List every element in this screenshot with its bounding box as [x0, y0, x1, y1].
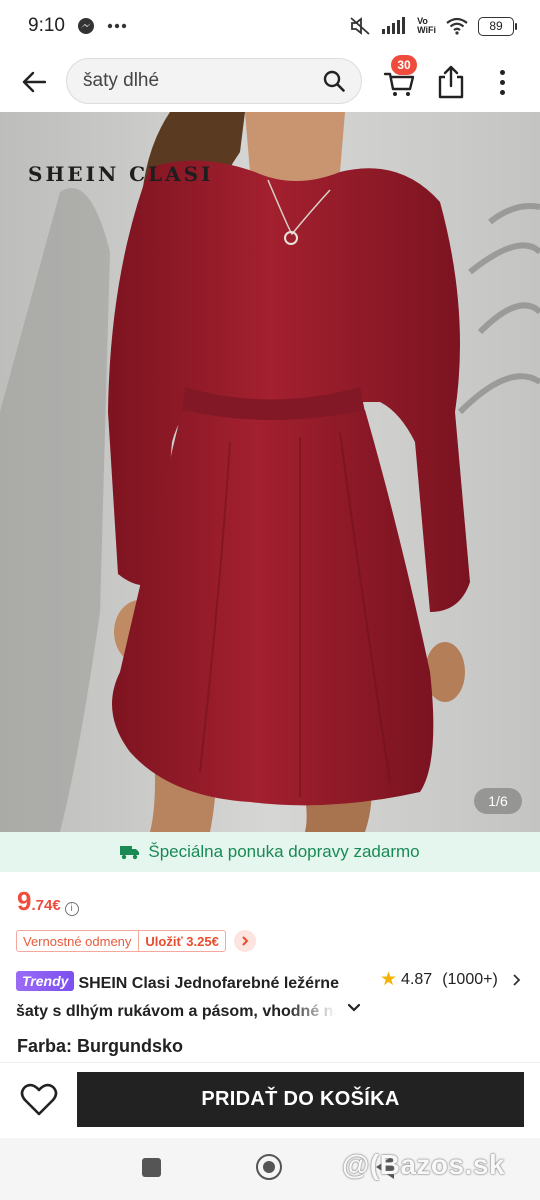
image-counter: 1/6 — [474, 788, 522, 814]
search-icon[interactable] — [323, 70, 345, 92]
arrow-left-icon — [22, 71, 46, 93]
title-line-2: šaty s dlhým rukávom a pásom, vhodné na — [16, 1003, 336, 1020]
star-icon: ★ — [380, 969, 398, 990]
bazos-watermark: @(Bazos.sk — [342, 1149, 506, 1180]
rating-value: 4.87 — [401, 970, 433, 988]
more-dot-icon — [499, 79, 505, 85]
brand-watermark: SHEIN CLASI — [28, 162, 214, 186]
more-dot-icon — [499, 89, 505, 95]
review-count: (1000+) — [442, 970, 498, 988]
vowifi-label: Vo WiFi — [417, 16, 436, 35]
signal-icon — [382, 17, 406, 34]
price: 9 .74€ i — [17, 886, 79, 917]
more-options-button[interactable] — [488, 64, 516, 100]
share-button[interactable] — [434, 64, 468, 100]
price-decimal: .74€ — [31, 897, 61, 914]
recents-button[interactable] — [142, 1158, 161, 1177]
loyalty-rewards-tag[interactable]: Vernostné odmeny Uložiť 3.25€ — [16, 930, 226, 952]
chevron-right-icon — [242, 936, 249, 946]
add-to-cart-button[interactable]: PRIDAŤ DO KOŠÍKA — [77, 1072, 524, 1127]
price-integer: 9 — [17, 886, 32, 916]
shipping-text: Špeciálna ponuka dopravy zadarmo — [148, 842, 420, 861]
top-app-bar: šaty dlhé 30 — [0, 52, 540, 112]
more-dot-icon — [499, 69, 505, 75]
home-dot-icon — [263, 1161, 275, 1173]
wishlist-button[interactable] — [18, 1079, 60, 1121]
search-query: šaty dlhé — [83, 70, 160, 91]
rating[interactable]: ★ 4.87 (1000+) — [380, 968, 522, 991]
free-shipping-banner[interactable]: Špeciálna ponuka dopravy zadarmo — [0, 832, 540, 872]
product-image-gallery[interactable]: SHEIN CLASI 1/6 — [0, 112, 540, 832]
back-button[interactable] — [16, 64, 52, 100]
heart-icon — [20, 1083, 58, 1116]
chevron-down-icon[interactable] — [344, 998, 364, 1018]
chevron-right-icon — [513, 973, 521, 986]
mute-icon — [350, 17, 370, 35]
truck-icon — [120, 846, 140, 860]
search-input[interactable]: šaty dlhé — [66, 58, 362, 104]
product-title[interactable]: Trendy SHEIN Clasi Jednofarebné ležérne š… — [16, 970, 366, 1026]
bottom-action-bar: PRIDAŤ DO KOŠÍKA — [0, 1062, 540, 1138]
rewards-label: Vernostné odmeny — [17, 931, 140, 951]
title-line-1: SHEIN Clasi Jednofarebné ležérne — [78, 975, 339, 992]
rewards-save: Uložiť 3.25€ — [145, 933, 219, 949]
rewards-arrow-button[interactable] — [234, 930, 256, 952]
status-bar: 9:10 Vo WiFi 89 — [0, 0, 540, 52]
info-icon[interactable]: i — [64, 901, 79, 916]
messenger-icon — [77, 18, 94, 34]
trendy-badge: Trendy — [16, 971, 75, 991]
status-time: 9:10 — [28, 15, 65, 36]
system-navigation-bar: @(Bazos.sk — [0, 1138, 540, 1200]
battery-icon: 89 — [478, 16, 517, 36]
product-photo — [0, 112, 540, 832]
share-icon — [438, 65, 464, 99]
home-button[interactable] — [256, 1154, 282, 1180]
cart-count-badge: 30 — [391, 55, 417, 75]
more-notifications-icon — [107, 23, 127, 29]
color-selection-label: Farba: Burgundsko — [17, 1036, 184, 1056]
wifi-icon — [446, 17, 468, 35]
